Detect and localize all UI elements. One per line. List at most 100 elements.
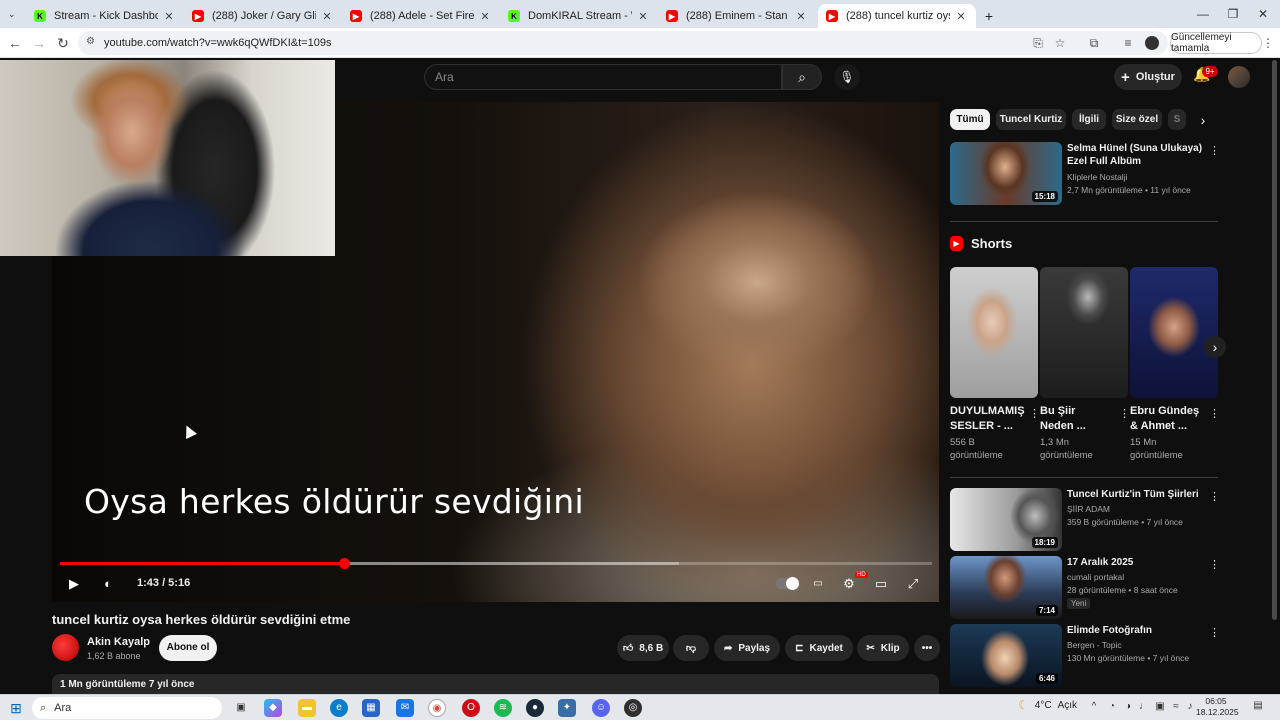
recommendation-title[interactable]: Tuncel Kurtiz'in Tüm Şiirleri [1067, 488, 1207, 501]
chip-more[interactable]: S [1168, 109, 1186, 130]
shorts-next-button[interactable]: › [1204, 336, 1226, 358]
search-button[interactable]: ⌕ [782, 64, 822, 90]
subscribe-button[interactable]: Abone ol [159, 635, 217, 661]
taskbar-clock[interactable]: 06:05 18.12.2025 [1196, 696, 1239, 718]
short-thumbnail[interactable] [1040, 267, 1128, 398]
profile-avatar[interactable] [1145, 36, 1159, 50]
chip-tuncel-kurtiz[interactable]: Tuncel Kurtiz [996, 109, 1066, 130]
create-button[interactable]: + Oluştur [1114, 64, 1182, 90]
channel-avatar[interactable] [52, 634, 79, 661]
close-icon[interactable]: ✕ [954, 10, 968, 23]
windows-start-icon[interactable]: ⊞ [8, 700, 24, 716]
dislike-button[interactable]: 👎︎ [673, 635, 709, 661]
recommendation-channel[interactable]: ŞİİR ADAM [1067, 504, 1110, 514]
page-scrollbar[interactable] [1272, 60, 1277, 620]
more-actions-button[interactable]: ••• [914, 635, 940, 661]
close-icon[interactable]: ✕ [636, 10, 650, 23]
like-button[interactable]: 👍︎ 8,6 B [617, 635, 669, 661]
recommendation-item[interactable]: 18:19 Tuncel Kurtiz'in Tüm Şiirleri ŞİİR… [950, 488, 1220, 552]
browser-tab-0[interactable]: K Stream - Kick Dashboard ✕ [26, 4, 184, 28]
tray-app-icon[interactable]: ◔ [1106, 701, 1118, 715]
fullscreen-button[interactable]: ⤢ [903, 576, 923, 592]
kebab-menu-icon[interactable]: ⋮ [1029, 407, 1040, 420]
recommendation-channel[interactable]: Bergen - Topic [1067, 640, 1122, 650]
volume-button[interactable]: ◐ [98, 576, 118, 592]
steam-icon[interactable]: ● [526, 699, 544, 717]
site-info-icon[interactable]: ⚙ [86, 36, 95, 47]
subtitles-button[interactable]: ▭ [808, 576, 828, 592]
short-title[interactable]: DUYULMAMIŞ SESLER - ... [950, 404, 1025, 434]
close-icon[interactable]: ✕ [320, 10, 334, 23]
close-icon[interactable]: ✕ [478, 10, 492, 23]
clip-button[interactable]: ✂ Klip [857, 635, 909, 661]
video-thumbnail[interactable]: 7:14 [950, 556, 1062, 619]
short-item[interactable]: Ebru Gündeş & Ahmet ... 15 Mn görüntülem… [1130, 267, 1220, 462]
save-button[interactable]: ⊏ Kaydet [785, 635, 853, 661]
recommendation-item[interactable]: 15:18 Selma Hünel (Suna Ulukaya) Ezel Fu… [950, 142, 1220, 206]
recommendation-item[interactable]: 7:14 17 Aralık 2025 cumali portakal 28 g… [950, 556, 1220, 620]
new-tab-button[interactable]: + [980, 4, 998, 28]
forward-button[interactable]: → [30, 34, 48, 52]
microphone-icon[interactable]: ♩ [1138, 701, 1150, 715]
chevron-up-icon[interactable]: ^ [1088, 701, 1100, 715]
recommendation-channel[interactable]: cumali portakal [1067, 572, 1124, 582]
kebab-menu-icon[interactable]: ⋮ [1209, 490, 1220, 503]
chevron-right-icon[interactable]: › [1196, 112, 1210, 128]
channel-name[interactable]: Akin Kayalp [87, 636, 150, 648]
browser-tab-2[interactable]: ▶ (288) Adele - Set Fire to the Rai ✕ [342, 4, 500, 28]
share-button[interactable]: ➦ Paylaş [714, 635, 780, 661]
maximize-button[interactable]: ❐ [1218, 4, 1248, 24]
short-item[interactable]: DUYULMAMIŞ SESLER - ... 556 B görüntülem… [950, 267, 1040, 462]
kebab-menu-icon[interactable]: ⋮ [1209, 558, 1220, 571]
tray-app-icon[interactable]: ◑ [1122, 701, 1134, 715]
recommendation-item[interactable]: 6:46 Elimde Fotoğrafın Bergen - Topic 13… [950, 624, 1220, 688]
close-icon[interactable]: ✕ [794, 10, 808, 23]
recommendation-channel[interactable]: Kliplerle Nostalji [1067, 172, 1127, 182]
discord-icon[interactable]: ☺ [592, 699, 610, 717]
short-title[interactable]: Ebru Gündeş & Ahmet ... [1130, 404, 1202, 434]
media-controls-icon[interactable]: ≡ [1120, 35, 1136, 51]
kebab-menu-icon[interactable]: ⋮ [1209, 626, 1220, 639]
search-input[interactable]: Ara [424, 64, 782, 90]
browser-tab-4[interactable]: ▶ (288) Eminem - Stan (Long Vers ✕ [658, 4, 816, 28]
mail-icon[interactable]: ✉ [396, 699, 414, 717]
task-view-icon[interactable]: ▣ [232, 699, 250, 717]
settings-button[interactable]: ⚙ [839, 576, 859, 592]
chrome-icon[interactable]: ◉ [428, 699, 446, 717]
kebab-menu-icon[interactable]: ⋮ [1119, 407, 1130, 420]
browser-tab-3[interactable]: K DomKIRAL Stream - Watch Live ✕ [500, 4, 658, 28]
video-thumbnail[interactable]: 15:18 [950, 142, 1062, 205]
autoplay-toggle[interactable] [776, 577, 799, 590]
video-thumbnail[interactable]: 6:46 [950, 624, 1062, 687]
obs-icon[interactable]: ◎ [624, 699, 642, 717]
file-explorer-icon[interactable]: ▬ [298, 699, 316, 717]
app-icon[interactable]: ✦ [558, 699, 576, 717]
short-item[interactable]: Bu Şiir Neden ... 1,3 Mn görüntüleme ⋮ [1040, 267, 1130, 462]
chip-related[interactable]: İlgili [1072, 109, 1106, 130]
tab-search-menu-button[interactable]: ⌄ [4, 6, 22, 22]
chip-all[interactable]: Tümü [950, 109, 990, 130]
wifi-icon[interactable]: ≈ [1170, 701, 1182, 715]
tray-app-icon[interactable]: ▣ [1154, 701, 1166, 715]
account-avatar[interactable] [1228, 66, 1250, 88]
short-title[interactable]: Bu Şiir Neden ... [1040, 404, 1112, 434]
kebab-menu-icon[interactable]: ⋮ [1209, 144, 1220, 157]
voice-search-button[interactable]: 🎙 [834, 64, 860, 90]
short-thumbnail[interactable] [1130, 267, 1218, 398]
spotify-icon[interactable]: ≋ [494, 699, 512, 717]
kebab-menu-icon[interactable]: ⋮ [1260, 35, 1276, 51]
copilot-icon[interactable]: ◆ [264, 699, 282, 717]
short-thumbnail[interactable] [950, 267, 1038, 398]
play-button[interactable]: ▶ [64, 576, 84, 592]
update-button[interactable]: Güncellemeyi tamamla [1170, 32, 1262, 54]
kebab-menu-icon[interactable]: ⋮ [1209, 407, 1220, 420]
video-thumbnail[interactable]: 18:19 [950, 488, 1062, 551]
browser-tab-1[interactable]: ▶ (288) Joker / Gary Glitter - Rock ✕ [184, 4, 342, 28]
theater-mode-button[interactable]: ▭ [871, 576, 891, 592]
opera-icon[interactable]: O [462, 699, 480, 717]
close-window-button[interactable]: ✕ [1248, 4, 1278, 24]
recommendation-title[interactable]: Selma Hünel (Suna Ulukaya) Ezel Full Alb… [1067, 142, 1207, 168]
progress-bar[interactable] [60, 558, 932, 569]
browser-tab-5-active[interactable]: ▶ (288) tuncel kurtiz oysa herkes ✕ [818, 4, 976, 28]
close-icon[interactable]: ✕ [162, 10, 176, 23]
